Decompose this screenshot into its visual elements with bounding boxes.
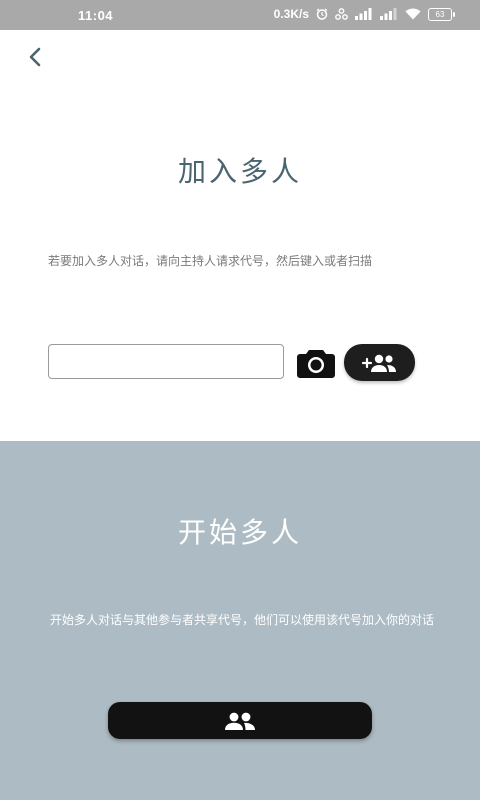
- camera-icon: [297, 350, 335, 378]
- start-description: 开始多人对话与其他参与者共享代号，他们可以使用该代号加入你的对话: [50, 613, 435, 627]
- network-speed: 0.3K/s: [273, 7, 309, 21]
- chevron-left-icon: [29, 47, 41, 67]
- join-title: 加入多人: [177, 155, 302, 188]
- status-bar: 11:04 0.3K/s 63: [0, 0, 480, 30]
- battery-icon: 63: [428, 7, 455, 21]
- status-time: 11:04: [78, 8, 114, 23]
- join-description: 若要加入多人对话，请向主持人请求代号，然后键入或者扫描: [48, 254, 373, 268]
- start-group-button[interactable]: [108, 702, 372, 739]
- share-icon: [335, 8, 348, 20]
- scan-camera-button[interactable]: [295, 345, 337, 381]
- start-section: 开始多人 开始多人对话与其他参与者共享代号，他们可以使用该代号加入你的对话: [0, 441, 480, 800]
- back-button[interactable]: [18, 40, 52, 74]
- signal-icon: [355, 8, 373, 20]
- wifi-icon: [405, 8, 421, 20]
- add-group-icon: [361, 354, 396, 372]
- group-icon: [225, 712, 255, 730]
- signal-icon: [380, 8, 398, 20]
- join-group-button[interactable]: [344, 344, 415, 381]
- status-right: 0.3K/s 63: [273, 7, 455, 21]
- start-title: 开始多人: [177, 516, 302, 549]
- code-input[interactable]: [48, 344, 284, 379]
- alarm-icon: [316, 8, 328, 20]
